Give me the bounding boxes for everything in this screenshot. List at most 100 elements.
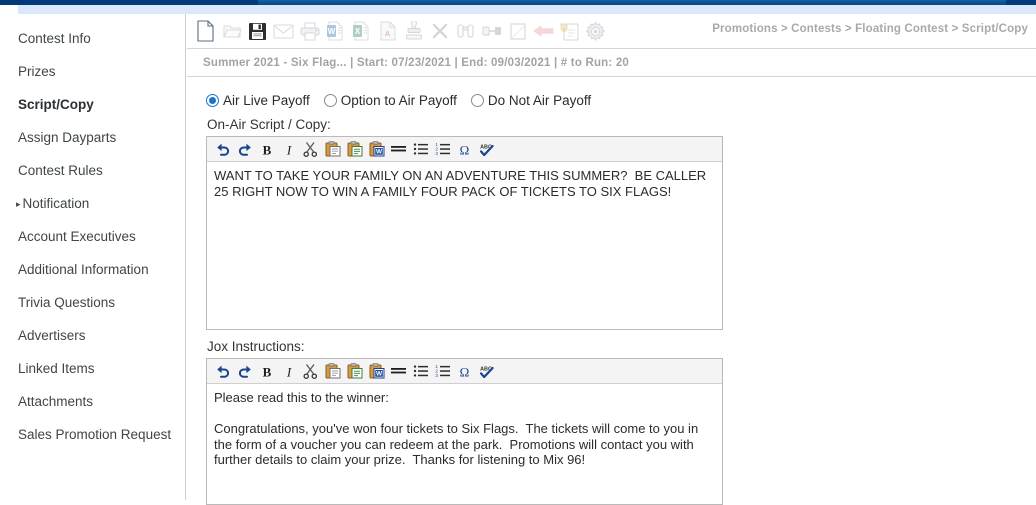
bold-icon[interactable]: B [256,139,277,160]
cut-scissors-icon[interactable] [300,139,321,160]
delete-x-icon[interactable] [427,16,452,46]
sidebar-item-advertisers[interactable]: Advertisers [0,319,185,352]
jox-instructions-editor: B I W 123 Ω ABC Please read this to the … [206,358,723,505]
on-air-script-editor: B I W 123 Ω ABC WANT TO TAKE YOUR FAMILY… [206,136,723,330]
sidebar-item-script-copy[interactable]: Script/Copy [0,88,185,121]
svg-text:B: B [262,142,271,157]
script-editor-toolbar: B I W 123 Ω ABC [207,137,722,162]
undo-icon[interactable] [212,139,233,160]
script-copy-panel: Air Live Payoff Option to Air Payoff Do … [187,77,1036,505]
new-document-icon[interactable] [193,16,218,46]
radio-air-live-payoff[interactable]: Air Live Payoff [206,93,310,108]
jox-instructions-label: Jox Instructions: [207,339,305,354]
paste-icon[interactable] [322,139,343,160]
undo-icon[interactable] [212,361,233,382]
radio-indicator [206,94,219,107]
horizontal-rule-icon[interactable] [388,139,409,160]
sidebar-item-attachments[interactable]: Attachments [0,385,185,418]
jox-instructions-textarea[interactable]: Please read this to the winner: Congratu… [207,384,722,504]
bullet-list-icon[interactable] [410,361,431,382]
paste-text-icon[interactable] [344,139,365,160]
main-content: W X A Promotions > Contests > Floating C… [187,14,1036,505]
horizontal-rule-icon[interactable] [388,361,409,382]
paste-text-icon[interactable] [344,361,365,382]
on-air-script-label: On-Air Script / Copy: [207,117,331,132]
svg-text:W: W [375,371,382,378]
sidebar-nav: Contest Info Prizes Script/Copy Assign D… [0,14,186,500]
spellcheck-icon[interactable]: ABC [476,139,497,160]
svg-text:3: 3 [435,373,438,378]
stamp-icon[interactable] [401,16,426,46]
svg-text:B: B [262,364,271,379]
sidebar-item-label: Additional Information [18,262,149,277]
clipboard-award-icon[interactable] [557,16,582,46]
svg-text:W: W [375,149,382,156]
italic-icon[interactable]: I [278,139,299,160]
chevron-right-icon: ▸ [16,199,21,209]
sidebar-item-linked-items[interactable]: Linked Items [0,352,185,385]
chrome-pale-left-gap [0,5,18,14]
numbered-list-icon[interactable]: 123 [432,361,453,382]
back-arrow-icon[interactable] [531,16,556,46]
export-word-icon[interactable]: W [323,16,348,46]
export-excel-icon[interactable]: X [349,16,374,46]
open-folder-icon[interactable] [219,16,244,46]
redo-icon[interactable] [234,361,255,382]
bold-icon[interactable]: B [256,361,277,382]
cut-scissors-icon[interactable] [300,361,321,382]
export-pdf-icon[interactable]: A [375,16,400,46]
svg-text:3: 3 [435,151,438,156]
bullet-list-icon[interactable] [410,139,431,160]
sidebar-item-label: Prizes [18,64,56,79]
sidebar-item-account-executives[interactable]: Account Executives [0,220,185,253]
link-nodes-icon[interactable] [479,16,504,46]
redo-icon[interactable] [234,139,255,160]
svg-text:X: X [355,27,361,36]
on-air-script-textarea[interactable]: WANT TO TAKE YOUR FAMILY ON AN ADVENTURE… [207,162,722,329]
numbered-list-icon[interactable]: 123 [432,139,453,160]
radio-indicator [323,94,337,107]
sidebar-item-label: Trivia Questions [18,295,116,310]
spellcheck-icon[interactable]: ABC [476,361,497,382]
paste-word-icon[interactable]: W [366,139,387,160]
sidebar-item-label: Script/Copy [18,97,94,112]
sidebar-item-label: Advertisers [18,328,86,343]
sidebar-item-assign-dayparts[interactable]: Assign Dayparts [0,121,185,154]
browser-chrome-bar [0,0,1036,14]
svg-text:I: I [285,364,291,379]
jox-editor-toolbar: B I W 123 Ω ABC [207,359,722,384]
paste-word-icon[interactable]: W [366,361,387,382]
sidebar-item-label: Attachments [18,394,94,409]
gear-settings-icon[interactable] [583,16,608,46]
breadcrumb[interactable]: Promotions > Contests > Floating Contest… [712,23,1028,35]
svg-text:I: I [285,142,291,157]
contest-info-strip: Summer 2021 - Six Flag... | Start: 07/23… [187,49,1036,77]
app-toolbar: W X A Promotions > Contests > Floating C… [187,14,1036,49]
special-char-icon[interactable]: Ω [454,139,475,160]
sidebar-item-prizes[interactable]: Prizes [0,55,185,88]
email-envelope-icon[interactable] [271,16,296,46]
radio-option-to-air-payoff[interactable]: Option to Air Payoff [323,93,457,108]
special-char-icon[interactable]: Ω [454,361,475,382]
print-icon[interactable] [297,16,322,46]
sidebar-item-notification[interactable]: ▸ Notification [0,187,185,220]
radio-label: Option to Air Payoff [340,93,457,108]
sidebar-item-sales-promotion-request[interactable]: Sales Promotion Request [0,418,185,451]
chrome-pale-strip [18,5,1036,14]
svg-text:Ω: Ω [460,364,470,378]
radio-label: Air Live Payoff [223,93,310,108]
italic-icon[interactable]: I [278,361,299,382]
sidebar-item-label: Assign Dayparts [18,130,117,145]
svg-text:Ω: Ω [460,142,470,156]
sidebar-item-trivia-questions[interactable]: Trivia Questions [0,286,185,319]
paste-icon[interactable] [322,361,343,382]
notepad-icon[interactable] [505,16,530,46]
sidebar-item-label: Linked Items [18,361,95,376]
sidebar-item-additional-information[interactable]: Additional Information [0,253,185,286]
sidebar-item-label: Contest Info [18,31,91,46]
sidebar-item-contest-info[interactable]: Contest Info [0,22,185,55]
sidebar-item-contest-rules[interactable]: Contest Rules [0,154,185,187]
binoculars-icon[interactable] [453,16,478,46]
save-disk-icon[interactable] [245,16,270,46]
radio-do-not-air-payoff[interactable]: Do Not Air Payoff [470,93,591,108]
